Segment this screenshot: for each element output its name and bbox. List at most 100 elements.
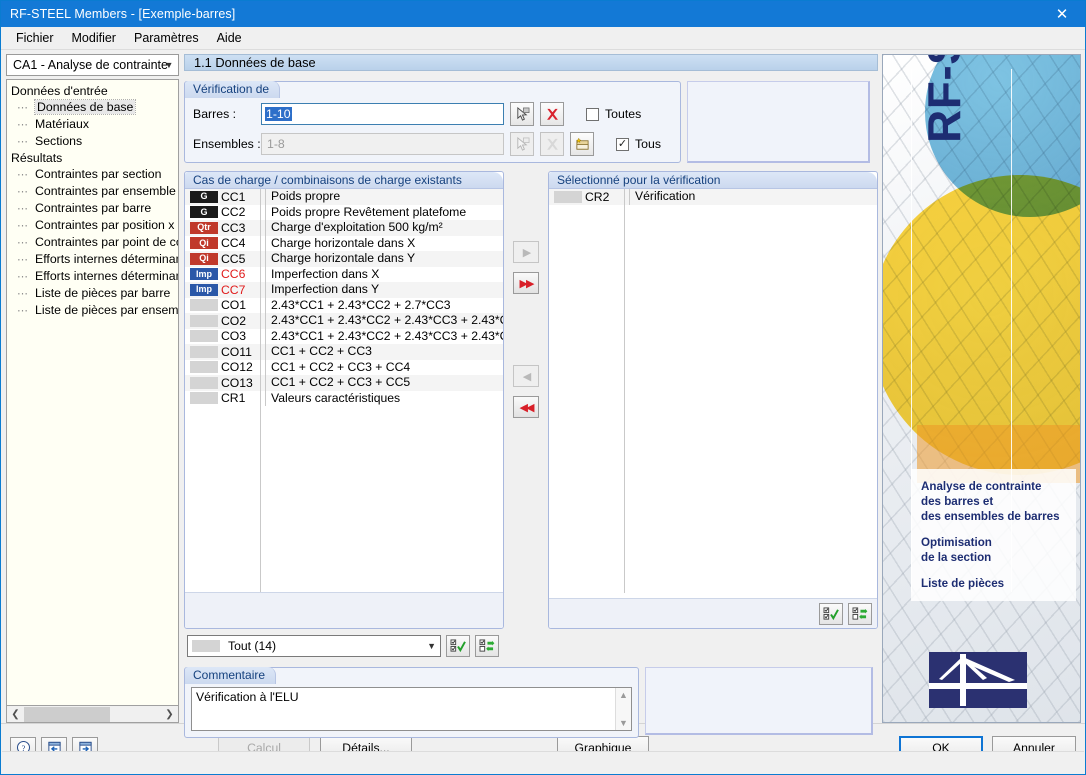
arrow-left-icon[interactable]: ◀ (513, 365, 539, 387)
tree-connector-icon: ⋯ (17, 254, 28, 266)
list-item[interactable]: CR1 Valeurs caractéristiques (185, 390, 503, 406)
list-item[interactable]: CO11 CC1 + CC2 + CC3 (185, 344, 503, 360)
tree-item[interactable]: ⋯ Contraintes par ensemble de ba (7, 183, 178, 200)
check-all-icon[interactable] (819, 602, 843, 625)
feature-group-1: Analyse de contrainte des barres et des … (921, 479, 1076, 524)
tree-item[interactable]: ⋯ Sections (7, 133, 178, 150)
menu-item-fichier[interactable]: Fichier (7, 28, 63, 48)
menu-item-parametres[interactable]: Paramètres (125, 28, 208, 48)
invert-selection-icon[interactable] (475, 635, 499, 657)
existing-list-title: Cas de charge / combinaisons de charge e… (185, 172, 503, 189)
selected-list-body[interactable]: CR2 Vérification (549, 189, 877, 593)
check-all-icon[interactable] (446, 635, 470, 657)
list-item[interactable]: CO12 CC1 + CC2 + CC3 + CC4 (185, 359, 503, 375)
list-item[interactable]: Qi CC4 Charge horizontale dans X (185, 235, 503, 251)
double-arrow-right-icon[interactable]: ▶▶ (513, 272, 539, 294)
sets-label: Ensembles : (193, 137, 261, 151)
invert-selection-icon[interactable] (848, 602, 872, 625)
load-case-id: CC6 (221, 267, 246, 282)
double-arrow-left-icon[interactable]: ◀◀ (513, 396, 539, 418)
arrow-right-icon[interactable]: ▶ (513, 241, 539, 263)
feature-group-3: Liste de pièces (921, 576, 1076, 591)
list-item[interactable]: Qi CC5 Charge horizontale dans Y (185, 251, 503, 267)
tree-item[interactable]: Résultats (7, 150, 178, 166)
existing-list-body[interactable]: G CC1 Poids propre G CC2 Poids propre Revêtem… (185, 189, 503, 593)
tree-item[interactable]: ⋯ Efforts internes déterminants p (7, 251, 178, 268)
checkbox-box-checked[interactable]: ✓ (616, 137, 629, 151)
existing-load-cases-panel: Cas de charge / combinaisons de charge e… (184, 171, 504, 629)
tree-item-label: Données d'entrée (11, 84, 108, 98)
chevron-down-icon[interactable]: ▼ (619, 718, 628, 728)
load-case-type-tag (554, 190, 582, 203)
pick-cursor-icon[interactable] (510, 102, 534, 126)
list-item[interactable]: CO2 2.43*CC1 + 2.43*CC2 + 2.43*CC3 + 2.43… (185, 313, 503, 329)
page-title-text: 1.1 Données de base (194, 55, 316, 70)
feature-line: Liste de pièces (921, 577, 1005, 590)
load-case-id: CO12 (221, 360, 253, 375)
list-item[interactable]: Qtr CC3 Charge d'exploitation 500 kg/m² (185, 220, 503, 236)
tree-item[interactable]: ⋯ Contraintes par section (7, 166, 178, 183)
tree-item-label: Contraintes par point de contra (35, 235, 178, 249)
load-case-description: Vérification (629, 189, 877, 205)
new-set-icon[interactable] (570, 132, 594, 156)
list-item[interactable]: G CC1 Poids propre (185, 189, 503, 205)
all-sets-checkbox[interactable]: ✓ Tous (616, 137, 661, 151)
list-item[interactable]: Imp CC6 Imperfection dans X (185, 266, 503, 282)
members-label: Barres : (193, 107, 237, 121)
tree-item[interactable]: ⋯ Liste de pièces par barre (7, 285, 178, 302)
all-members-checkbox[interactable]: Toutes (586, 107, 641, 121)
scroll-left-icon[interactable]: ❮ (7, 707, 24, 722)
sets-input[interactable]: 1-8 (261, 133, 504, 155)
info-panel-bottom-right (645, 667, 873, 735)
tree-item[interactable]: Données d'entrée (7, 83, 178, 99)
load-case-id: CC4 (221, 236, 246, 251)
menu-item-modifier[interactable]: Modifier (63, 28, 125, 48)
tree-item[interactable]: ⋯ Matériaux (7, 116, 178, 133)
transfer-buttons: ▶ ▶▶ ◀ ◀◀ (504, 171, 548, 629)
load-case-type-tag (190, 345, 218, 358)
menu-item-aide[interactable]: Aide (208, 28, 251, 48)
list-item[interactable]: Imp CC7 Imperfection dans Y (185, 282, 503, 298)
comment-scrollbar[interactable]: ▲ ▼ (615, 688, 631, 730)
page-title: 1.1 Données de base (184, 54, 878, 71)
selected-list-footer (549, 598, 877, 628)
members-input[interactable]: 1-10 (261, 103, 504, 125)
feature-line: de la section (921, 551, 992, 564)
tree-item[interactable]: ⋯ Contraintes par point de contra (7, 234, 178, 251)
scroll-track[interactable] (24, 706, 161, 722)
load-case-id: CR2 (585, 189, 610, 204)
load-case-type-tag: Qi (190, 237, 218, 250)
comment-textarea[interactable]: Vérification à l'ELU ▲ ▼ (191, 687, 632, 731)
checkbox-box[interactable] (586, 107, 599, 121)
close-icon[interactable]: ✕ (1039, 1, 1085, 27)
tree-item[interactable]: ⋯ Efforts internes déterminants p (7, 268, 178, 285)
tree-item-label: Contraintes par position x (35, 218, 175, 232)
list-item[interactable]: CO3 2.43*CC1 + 2.43*CC2 + 2.43*CC3 + 2.43… (185, 328, 503, 344)
existing-list-footer (185, 592, 503, 628)
load-case-id: CO11 (221, 344, 252, 359)
load-case-type-tag (190, 314, 218, 327)
tree-horizontal-scrollbar[interactable]: ❮ ❯ (6, 706, 179, 723)
menu-bar: Fichier Modifier Paramètres Aide (1, 27, 1085, 50)
red-x-icon[interactable] (540, 102, 564, 126)
navigator-tree[interactable]: Données d'entrée ⋯ Données de base ⋯ Matéria… (6, 79, 179, 706)
tree-item[interactable]: ⋯ Contraintes par position x (7, 217, 178, 234)
list-item[interactable]: G CC2 Poids propre Revêtement platefome (185, 204, 503, 220)
scroll-right-icon[interactable]: ❯ (161, 707, 178, 722)
case-selector-dropdown[interactable]: CA1 - Analyse de contrainte ▼ (6, 54, 179, 76)
load-case-filter-dropdown[interactable]: Tout (14) ▼ (187, 635, 441, 657)
load-case-id: CC1 (221, 189, 246, 204)
comment-group-title: Commentaire (185, 667, 277, 684)
load-case-type-tag (190, 361, 218, 374)
list-item[interactable]: CR2 Vérification (549, 189, 877, 205)
scroll-thumb[interactable] (24, 706, 110, 722)
list-item[interactable]: CO1 2.43*CC1 + 2.43*CC2 + 2.7*CC3 (185, 297, 503, 313)
brand-main: RF-STEEL (917, 55, 971, 143)
tree-item[interactable]: ⋯ Liste de pièces par ensemble de (7, 302, 178, 319)
tree-item[interactable]: ⋯ Données de base (7, 99, 178, 116)
tree-item[interactable]: ⋯ Contraintes par barre (7, 200, 178, 217)
load-case-type-tag: Imp (190, 283, 218, 296)
chevron-up-icon[interactable]: ▲ (619, 690, 628, 700)
list-item[interactable]: CO13 CC1 + CC2 + CC3 + CC5 (185, 375, 503, 391)
main-body: CA1 - Analyse de contrainte ▼ Données d'… (1, 50, 1085, 738)
